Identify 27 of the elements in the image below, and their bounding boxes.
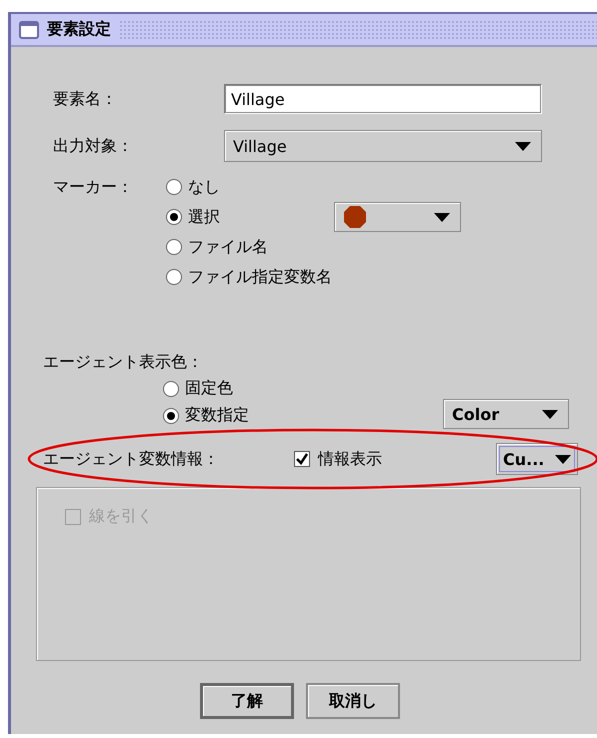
marker-dropdown[interactable] — [334, 202, 461, 232]
radio-button[interactable]: なし — [166, 172, 334, 202]
caret-icon — [434, 212, 450, 222]
field-label: マーカー： — [53, 176, 134, 198]
dropdown[interactable]: Cu... — [496, 443, 578, 475]
octagon-marker-icon — [343, 205, 367, 229]
input-field[interactable]: Village — [224, 84, 542, 114]
field-label: エージェント表示色： — [43, 352, 203, 373]
dialog-button[interactable]: 了解 — [200, 683, 294, 719]
caret-icon — [555, 454, 571, 464]
dropdown[interactable]: Village — [224, 130, 542, 162]
check-icon — [296, 453, 308, 465]
window-title: 要素設定 — [47, 19, 111, 40]
radio-button[interactable]: 変数指定 — [163, 402, 443, 429]
radio-button[interactable]: ファイル名 — [166, 232, 334, 262]
checkbox[interactable]: 情報表示 — [294, 448, 496, 470]
caret-icon — [542, 410, 558, 418]
window-icon — [19, 20, 39, 38]
radio-button[interactable]: 固定色 — [163, 375, 443, 402]
field-label: 要素名： — [53, 88, 118, 110]
radio-button[interactable]: ファイル指定変数名 — [166, 262, 334, 292]
dialog-button[interactable]: 取消し — [306, 683, 400, 719]
dropdown[interactable]: Color — [443, 399, 569, 429]
field-label: 出力対象： — [53, 136, 134, 156]
radio-button[interactable]: 選択 — [166, 202, 334, 232]
caret-icon — [515, 142, 531, 150]
field-label: エージェント変数情報： — [43, 448, 220, 470]
